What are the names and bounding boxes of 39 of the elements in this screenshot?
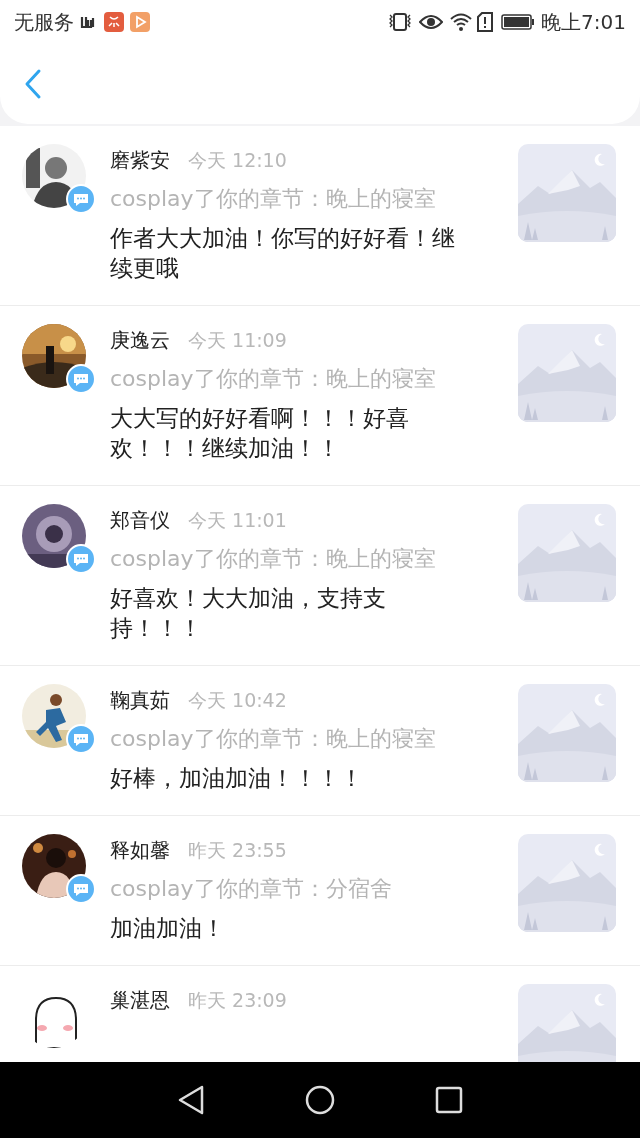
action-text: cosplay了你的章节：晚上的寝室 <box>110 365 437 393</box>
app-icon <box>104 12 124 32</box>
recents-nav-icon[interactable] <box>435 1086 463 1114</box>
user-name[interactable]: 鞠真茹 <box>110 685 170 715</box>
timestamp: 今天 10:42 <box>188 687 287 713</box>
comment-text: 好棒，加油加油！！！！ <box>110 764 364 793</box>
timestamp: 今天 12:10 <box>188 147 287 173</box>
comment-text: 好喜欢！大大加油，支持支持！！！ <box>110 584 387 643</box>
user-name[interactable]: 释如馨 <box>110 835 170 865</box>
timestamp: 昨天 23:09 <box>188 987 287 1013</box>
comment-text: 大大写的好好看啊！！！好喜欢！！！继续加油！！ <box>110 404 410 463</box>
action-text: cosplay了你的章节：分宿舍 <box>110 875 393 903</box>
comment-badge-icon <box>66 724 96 754</box>
back-nav-icon[interactable] <box>177 1085 205 1115</box>
user-name[interactable]: 郑音仪 <box>110 505 170 535</box>
wifi-icon <box>449 12 474 32</box>
play-app-icon <box>130 12 150 32</box>
eye-icon <box>419 13 444 31</box>
signal-app-icon <box>80 14 96 30</box>
home-nav-icon[interactable] <box>305 1085 335 1115</box>
comment-badge-icon <box>66 544 96 574</box>
sim-alert-icon <box>477 12 494 32</box>
timestamp: 今天 11:09 <box>188 327 287 353</box>
comment-badge-icon <box>66 364 96 394</box>
action-text: cosplay了你的章节：晚上的寝室 <box>110 545 437 573</box>
user-name[interactable]: 巢湛恩 <box>110 985 170 1015</box>
carrier-text: 无服务 <box>14 9 74 36</box>
action-text: cosplay了你的章节：晚上的寝室 <box>110 185 437 213</box>
timestamp: 今天 11:01 <box>188 507 287 533</box>
comment-text: 加油加油！ <box>110 914 226 943</box>
user-name[interactable]: 磨紫安 <box>110 145 170 175</box>
comment-text: 作者大大加油！你写的好好看！继续更哦 <box>110 224 456 283</box>
comment-badge-icon <box>66 184 96 214</box>
action-text: cosplay了你的章节：晚上的寝室 <box>110 725 437 753</box>
user-name[interactable]: 庚逸云 <box>110 325 170 355</box>
battery-icon <box>501 13 536 31</box>
timestamp: 昨天 23:55 <box>188 837 287 863</box>
clock-text: 晚上7:01 <box>541 9 626 36</box>
comment-badge-icon <box>66 874 96 904</box>
